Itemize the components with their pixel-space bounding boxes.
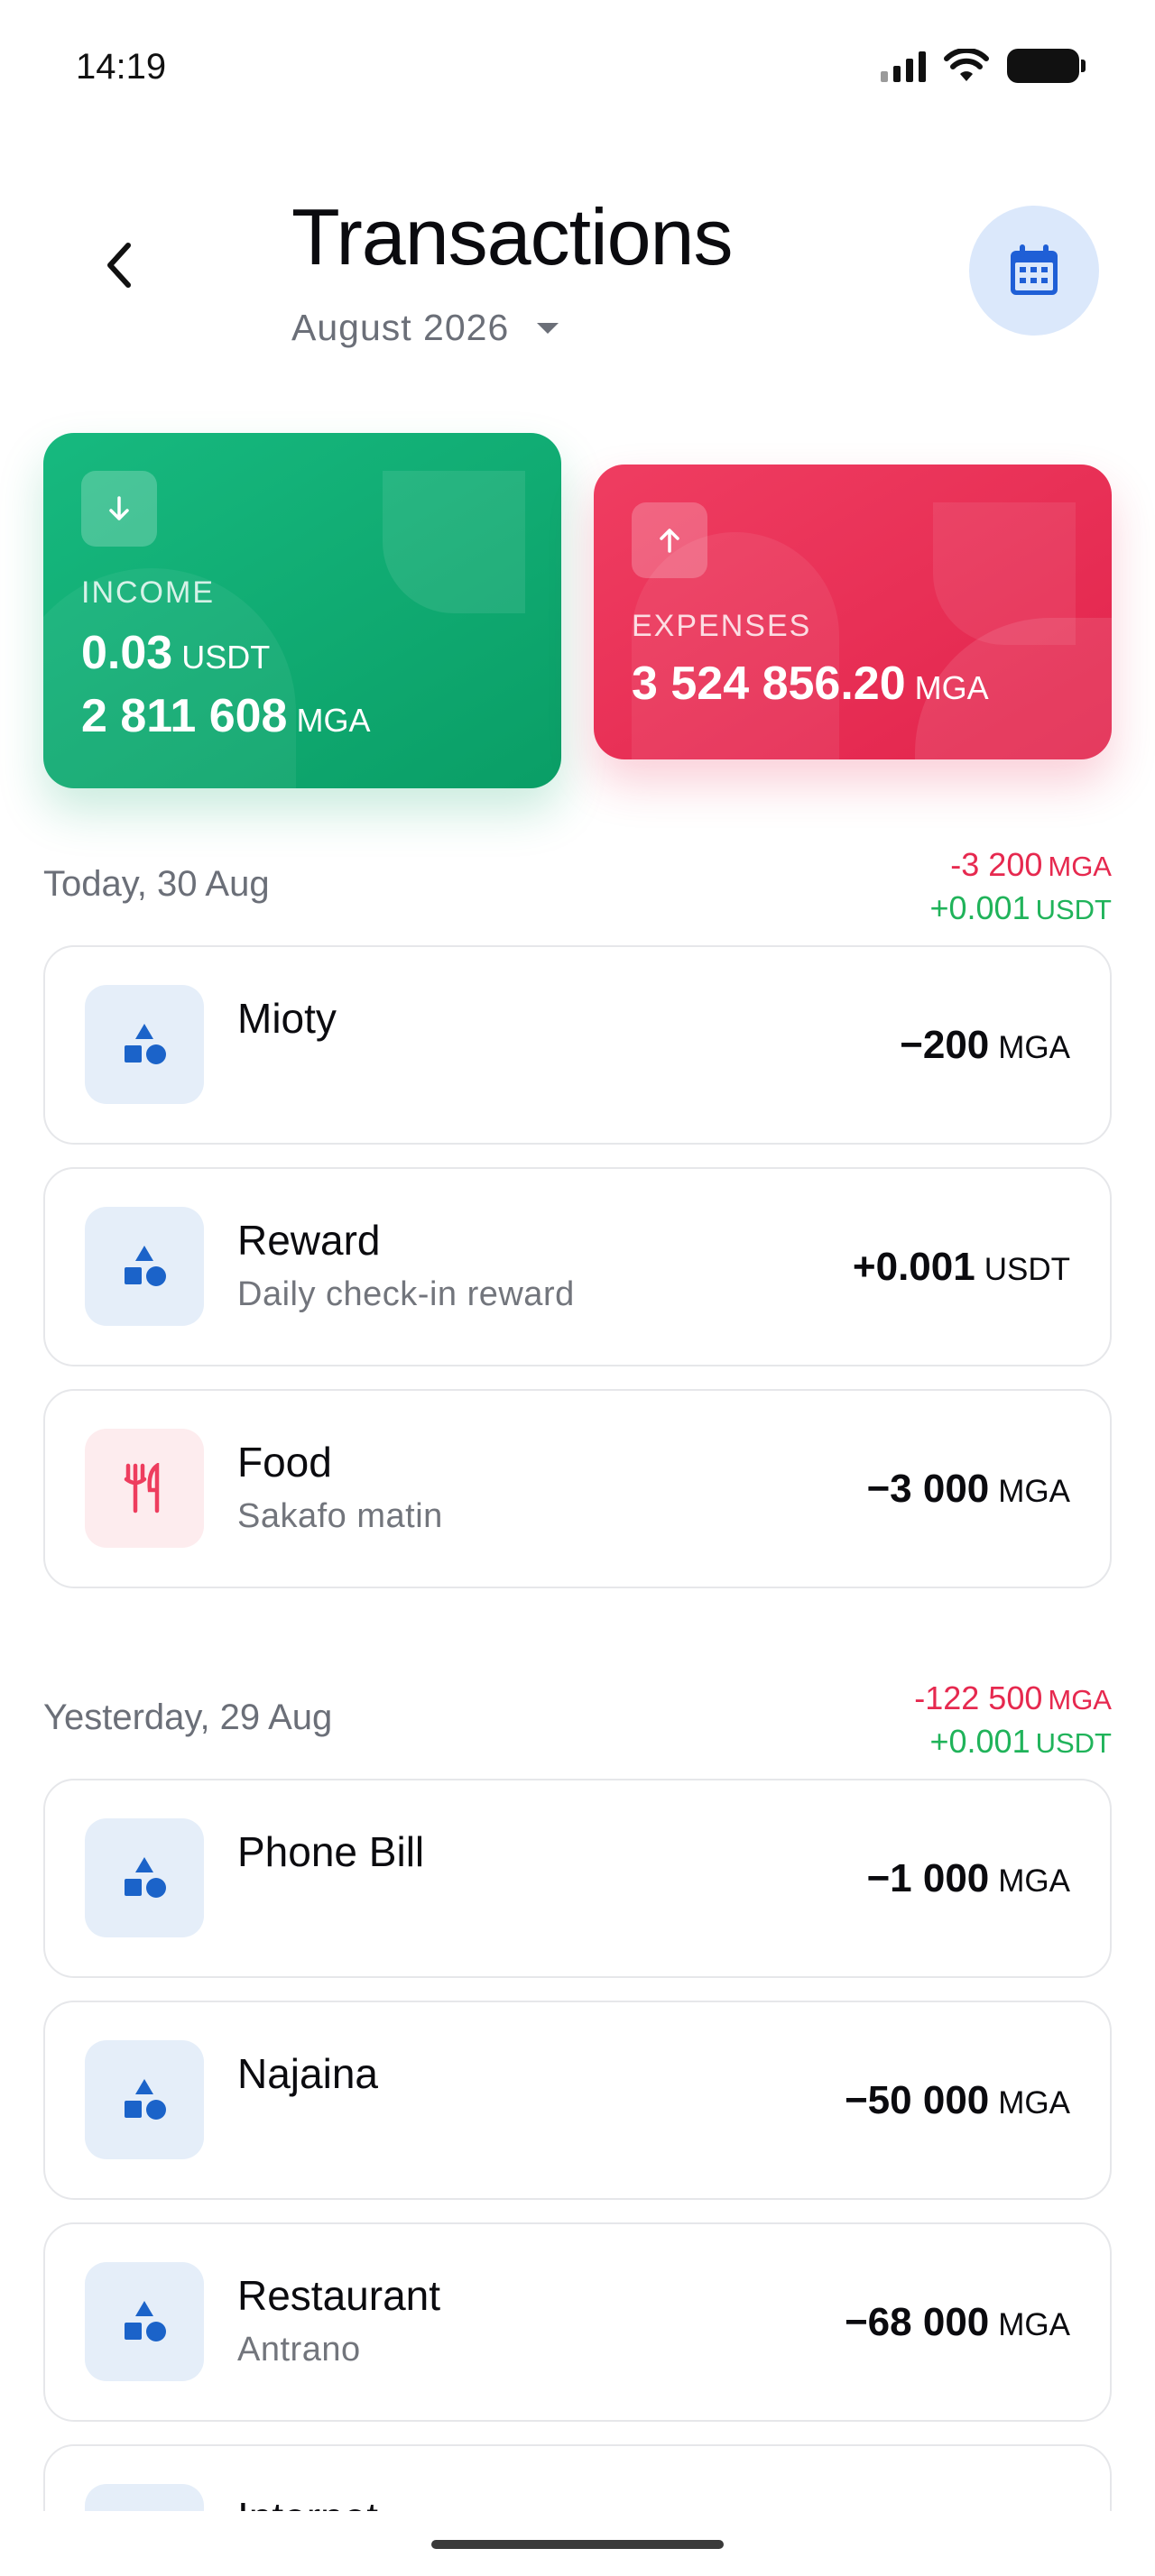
month-label: August 2026 <box>291 307 510 348</box>
day-total-income: +0.001 USDT <box>929 1723 1112 1760</box>
status-icons <box>881 49 1086 83</box>
cellular-signal-icon <box>881 50 926 82</box>
category-icon <box>85 2262 204 2381</box>
chevron-left-icon <box>107 243 131 288</box>
category-icon <box>85 1429 204 1548</box>
page-title: Transactions <box>291 192 733 281</box>
back-button[interactable] <box>90 236 148 294</box>
day-totals-yesterday: -122 500 MGA +0.001 USDT <box>914 1678 1112 1764</box>
transaction-amount: −200 MGA <box>900 1023 1070 1067</box>
transaction-title: Restaurant <box>237 2272 441 2319</box>
transaction-row[interactable]: Food Sakafo matin −3 000 MGA <box>43 1389 1112 1588</box>
home-indicator[interactable] <box>431 2540 724 2549</box>
expenses-amount: 3 524 856.20 MGA <box>632 658 989 710</box>
shapes-icon <box>125 2079 166 2120</box>
wifi-icon <box>944 49 989 81</box>
month-dropdown[interactable]: August 2026 <box>291 307 559 349</box>
transaction-row[interactable]: Phone Bill −1 000 MGA <box>43 1779 1112 1978</box>
day-totals-today: -3 200 MGA +0.001 USDT <box>929 844 1112 931</box>
expenses-card[interactable]: EXPENSES 3 524 856.20 MGA <box>594 465 1112 759</box>
shapes-icon <box>125 1246 166 1286</box>
card-decoration <box>383 471 525 613</box>
transaction-title: Food <box>237 1439 332 1486</box>
shapes-icon <box>125 1024 166 1064</box>
fork-knife-icon <box>124 1463 160 1513</box>
day-total-expense: -3 200 MGA <box>950 846 1112 883</box>
arrow-down-icon <box>81 471 157 547</box>
battery-icon <box>1007 49 1086 83</box>
transaction-amount: −68 000 MGA <box>844 2300 1070 2344</box>
category-icon <box>85 1818 204 1937</box>
category-icon <box>85 985 204 1104</box>
status-time: 14:19 <box>76 47 167 87</box>
transactions-screen: 14:19 Transactions August 2026 INCOME 0.… <box>0 0 1155 2576</box>
transaction-row[interactable]: Reward Daily check-in reward +0.001 USDT <box>43 1167 1112 1366</box>
income-amount-usdt: 0.03 USDT <box>81 627 271 679</box>
transaction-title: Mioty <box>237 995 337 1042</box>
transaction-subtitle: Antrano <box>237 2331 361 2369</box>
transaction-title: Najaina <box>237 2050 378 2097</box>
income-amount-mga: 2 811 608 MGA <box>81 690 371 742</box>
day-total-expense: -122 500 MGA <box>914 1679 1112 1716</box>
day-total-income: +0.001 USDT <box>929 889 1112 926</box>
transaction-amount: −50 000 MGA <box>844 2078 1070 2122</box>
calendar-button[interactable] <box>969 206 1099 336</box>
day-label-today: Today, 30 Aug <box>43 864 270 904</box>
transaction-row[interactable]: Mioty −200 MGA <box>43 945 1112 1145</box>
transaction-row[interactable]: Restaurant Antrano −68 000 MGA <box>43 2222 1112 2422</box>
transaction-title: Phone Bill <box>237 1828 425 1875</box>
transaction-title: Reward <box>237 1217 381 1264</box>
arrow-up-icon <box>632 502 707 578</box>
status-bar: 14:19 <box>0 0 1155 135</box>
category-icon <box>85 1207 204 1326</box>
transaction-amount: +0.001 USDT <box>852 1245 1070 1289</box>
expenses-label: EXPENSES <box>632 609 812 643</box>
shapes-icon <box>125 1857 166 1898</box>
transaction-row[interactable]: Najaina −50 000 MGA <box>43 2001 1112 2200</box>
shapes-icon <box>125 2301 166 2341</box>
income-label: INCOME <box>81 575 215 610</box>
income-card[interactable]: INCOME 0.03 USDT 2 811 608 MGA <box>43 433 561 788</box>
transaction-subtitle: Daily check-in reward <box>237 1275 575 1313</box>
transaction-amount: −1 000 MGA <box>866 1856 1070 1900</box>
transaction-subtitle: Sakafo matin <box>237 1497 443 1535</box>
calendar-icon <box>1011 244 1058 295</box>
day-label-yesterday: Yesterday, 29 Aug <box>43 1697 333 1737</box>
transaction-amount: −3 000 MGA <box>866 1467 1070 1511</box>
caret-down-icon <box>537 322 559 334</box>
category-icon <box>85 2040 204 2159</box>
